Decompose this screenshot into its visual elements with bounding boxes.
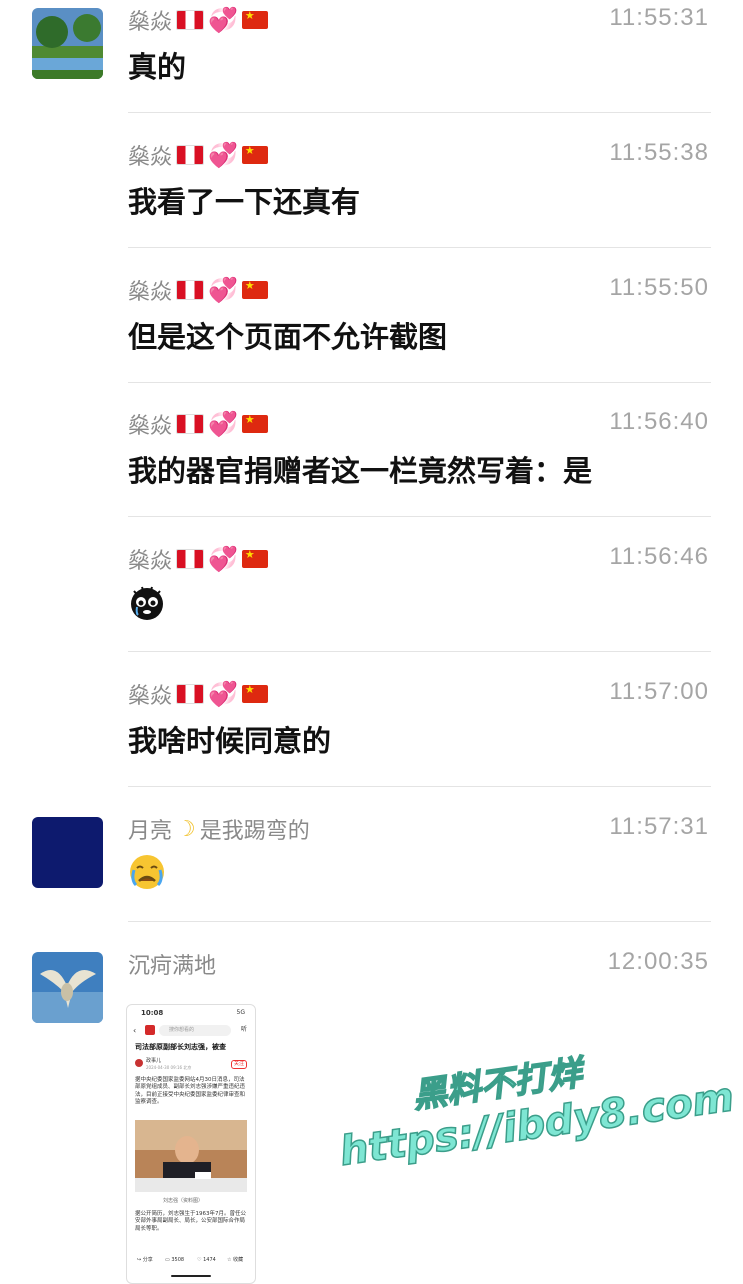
message-time: 11:57:00 xyxy=(609,678,709,705)
star-icon: ☆ xyxy=(227,1257,232,1263)
avatar-bird[interactable] xyxy=(32,952,103,1023)
peru-flag-icon xyxy=(176,414,205,434)
sender-name: 燊焱 💞 xyxy=(128,4,268,36)
message-time: 12:00:35 xyxy=(607,948,709,975)
message-time: 11:55:50 xyxy=(609,274,709,301)
sender-name: 沉疴满地 xyxy=(128,954,217,979)
message-time: 11:56:40 xyxy=(609,408,709,435)
peru-flag-icon xyxy=(176,280,205,300)
sparkling-heart-icon: 💞 xyxy=(208,6,238,34)
china-flag-icon xyxy=(241,11,268,29)
listen-button: 听 xyxy=(240,1026,247,1033)
thumbs-up-icon: ♡ xyxy=(197,1257,202,1263)
sparkling-heart-icon: 💞 xyxy=(208,545,238,573)
home-indicator xyxy=(171,1275,211,1277)
divider xyxy=(128,382,711,383)
message-text[interactable]: 我的器官捐赠者这一栏竟然写着：是 xyxy=(128,448,592,490)
sparkling-heart-icon: 💞 xyxy=(208,410,238,438)
china-flag-icon xyxy=(241,550,268,568)
china-flag-icon xyxy=(241,415,268,433)
avatar-moon[interactable] xyxy=(32,817,103,888)
collect-button: ☆ 收藏 xyxy=(227,1257,243,1264)
divider xyxy=(128,112,711,113)
source-name: 政事儿 xyxy=(146,1058,162,1064)
china-flag-icon xyxy=(241,685,268,703)
sender-name: 月亮 ☽ 是我踢弯的 xyxy=(128,816,310,845)
message-time: 11:55:38 xyxy=(609,139,709,166)
peru-flag-icon xyxy=(176,145,205,165)
divider xyxy=(128,651,711,652)
divider xyxy=(128,516,711,517)
comment-count: ▭ 3508 xyxy=(165,1257,184,1264)
sparkling-heart-icon: 💞 xyxy=(208,141,238,169)
status-signal: 5G xyxy=(236,1009,245,1016)
article-body-2: 据公开简历，刘志强生于1963年7月。曾任公安部外事局副局长、局长，公安部国际合… xyxy=(135,1211,246,1232)
article-photo xyxy=(135,1120,247,1192)
message-row: 燊焱 💞 11:55:38 我看了一下还真有 xyxy=(0,135,743,248)
app-logo-icon xyxy=(145,1025,155,1035)
peru-flag-icon xyxy=(176,10,205,30)
crying-face-emoji-icon[interactable] xyxy=(128,853,166,891)
like-count-label: 1474 xyxy=(203,1257,216,1263)
message-time: 11:56:46 xyxy=(609,543,709,570)
comment-icon: ▭ xyxy=(165,1257,170,1263)
avatar-landscape[interactable] xyxy=(32,8,103,79)
headline: 司法部原副部长刘志强，被查 xyxy=(135,1043,226,1051)
divider xyxy=(128,786,711,787)
message-text[interactable]: 我啥时候同意的 xyxy=(128,718,331,760)
message-text[interactable]: 真的 xyxy=(128,44,186,86)
status-time: 10:08 xyxy=(141,1009,164,1017)
comment-count-label: 3508 xyxy=(171,1257,185,1263)
search-box: 搜你想看的 xyxy=(159,1025,231,1036)
china-flag-icon xyxy=(241,146,268,164)
back-icon: ‹ xyxy=(133,1026,137,1035)
sender-name: 燊焱 💞 xyxy=(128,139,268,171)
sender-name: 燊焱 💞 xyxy=(128,274,268,306)
peru-flag-icon xyxy=(176,549,205,569)
china-flag-icon xyxy=(241,281,268,299)
article-body: 据中央纪委国家监委网站4月30日消息，司法部原党组成员、副部长刘志强涉嫌严重违纪… xyxy=(135,1077,246,1106)
crescent-moon-icon: ☽ xyxy=(176,816,196,842)
message-text[interactable]: 但是这个页面不允许截图 xyxy=(128,314,447,356)
message-row: 燊焱 💞 11:55:50 但是这个页面不允许截图 xyxy=(0,270,743,383)
message-row: 燊焱 💞 11:55:31 真的 xyxy=(0,0,743,113)
divider xyxy=(128,247,711,248)
photo-caption: 刘志强（资料图） xyxy=(163,1198,204,1204)
message-row: 月亮 ☽ 是我踢弯的 11:57:31 xyxy=(0,809,743,922)
crying-cat-face-sticker-icon[interactable] xyxy=(128,583,166,621)
share-icon: ↪ xyxy=(137,1257,142,1263)
message-row: 燊焱 💞 11:57:00 我啥时候同意的 xyxy=(0,674,743,787)
sender-name: 燊焱 💞 xyxy=(128,543,268,575)
sparkling-heart-icon: 💞 xyxy=(208,276,238,304)
sparkling-heart-icon: 💞 xyxy=(208,680,238,708)
news-screenshot-image[interactable]: 10:08 5G ‹ 搜你想看的 听 司法部原副部长刘志强，被查 政事儿 202… xyxy=(126,1004,256,1284)
like-count: ♡ 1474 xyxy=(197,1257,216,1264)
sender-name: 燊焱 💞 xyxy=(128,678,268,710)
message-time: 11:57:31 xyxy=(609,813,709,840)
source-meta: 2024-04-30 09:16 北京 xyxy=(146,1065,192,1070)
sender-name: 燊焱 💞 xyxy=(128,408,268,440)
source-avatar xyxy=(135,1059,143,1067)
message-text[interactable]: 我看了一下还真有 xyxy=(128,179,360,221)
share-label: 分享 xyxy=(142,1257,153,1263)
divider xyxy=(128,921,711,922)
message-row: 燊焱 💞 11:56:40 我的器官捐赠者这一栏竟然写着：是 xyxy=(0,404,743,517)
message-time: 11:55:31 xyxy=(609,4,709,31)
collect-label: 收藏 xyxy=(233,1257,244,1263)
share-button: ↪ 分享 xyxy=(137,1257,153,1264)
search-placeholder: 搜你想看的 xyxy=(169,1027,195,1033)
message-row: 燊焱 💞 11:56:46 xyxy=(0,539,743,652)
peru-flag-icon xyxy=(176,684,205,704)
follow-button: 关注 xyxy=(230,1060,247,1069)
